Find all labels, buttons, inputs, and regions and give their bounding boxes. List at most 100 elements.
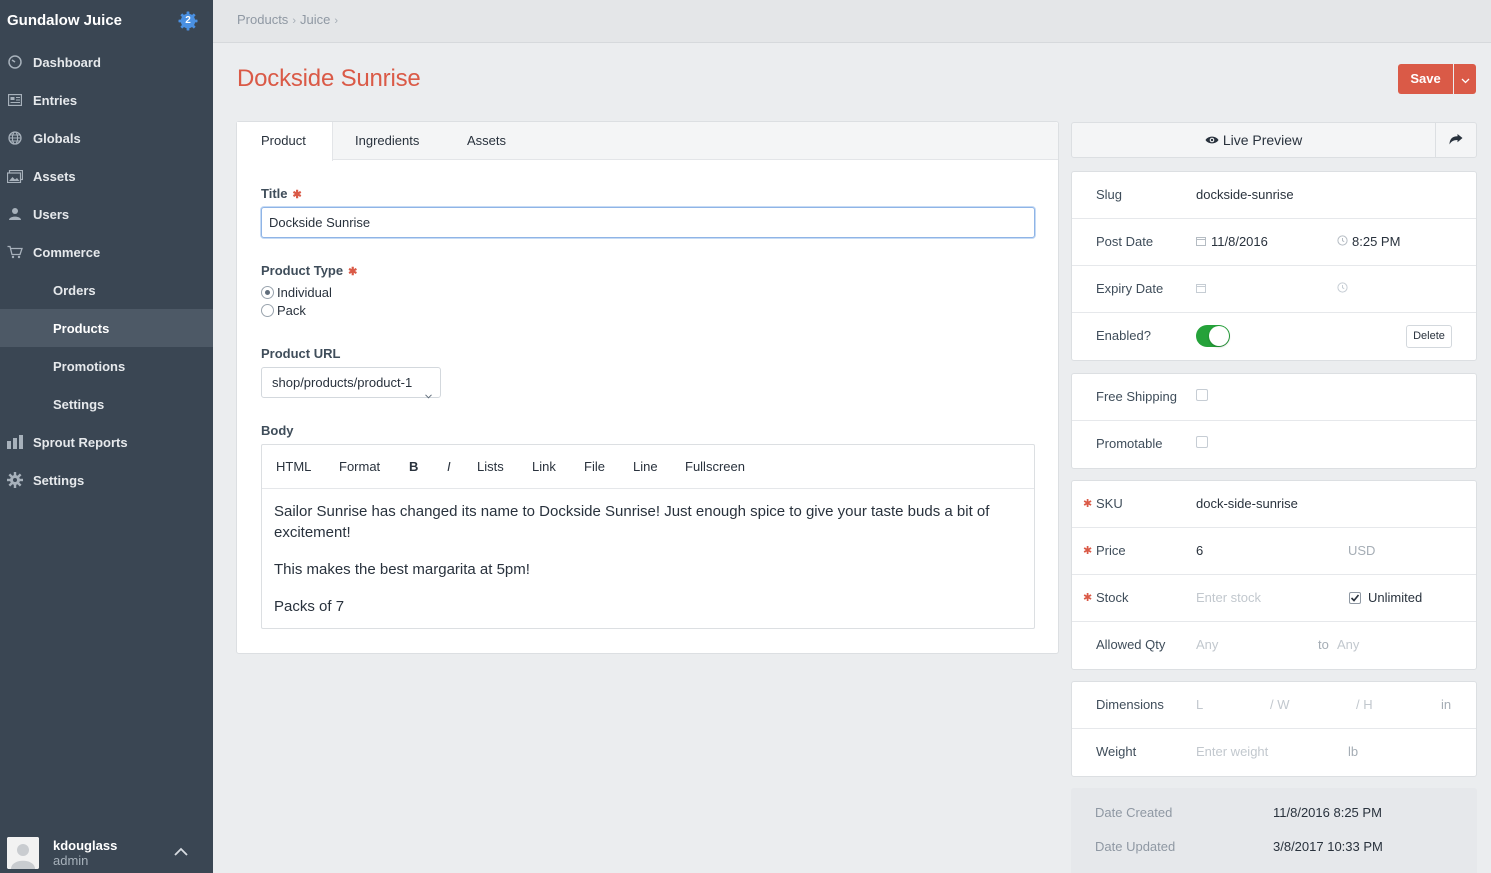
radio-pack[interactable]: Pack (261, 303, 306, 318)
breadcrumb-separator-icon: › (334, 15, 339, 27)
tab-product[interactable]: Product (237, 122, 333, 161)
nav-orders[interactable]: Orders (0, 271, 213, 309)
min-qty-input[interactable]: Any (1196, 637, 1218, 652)
post-time-input[interactable]: 8:25 PM (1352, 234, 1400, 249)
price-label: Price (1096, 543, 1126, 558)
toolbar-bold-button[interactable]: B (409, 459, 418, 474)
site-name[interactable]: Gundalow Juice (7, 12, 122, 29)
enabled-toggle[interactable] (1196, 325, 1230, 347)
required-icon: ✱ (1083, 498, 1093, 510)
users-icon (7, 206, 23, 222)
nav-globals[interactable]: Globals (0, 119, 213, 157)
dimensions-label: Dimensions (1096, 697, 1164, 712)
breadcrumb: Products › Juice › (237, 12, 342, 27)
save-button[interactable]: Save (1398, 64, 1453, 94)
toolbar-html-button[interactable]: HTML (276, 459, 311, 474)
max-qty-input[interactable]: Any (1337, 637, 1359, 652)
breadcrumb-juice[interactable]: Juice (300, 12, 330, 27)
unlimited-checkbox[interactable] (1349, 592, 1361, 604)
toolbar-fullscreen-button[interactable]: Fullscreen (685, 459, 745, 474)
calendar-icon[interactable] (1196, 281, 1206, 296)
weight-unit: lb (1348, 744, 1359, 759)
date-created-value: 11/8/2016 8:25 PM (1273, 805, 1382, 820)
dashboard-icon (7, 54, 23, 70)
body-paragraph: Packs of 7 (274, 598, 345, 615)
nav-assets[interactable]: Assets (0, 157, 213, 195)
rich-text-editor: HTML Format B I Lists Link File Line Ful… (261, 444, 1035, 629)
live-preview-bar: Live Preview (1071, 122, 1477, 158)
product-url-select[interactable]: shop/products/product-1 (261, 367, 441, 399)
sku-row: ✱ SKU dock-side-sunrise (1072, 481, 1476, 528)
product-url-value: shop/products/product-1 (272, 375, 413, 390)
breadcrumb-separator-icon: › (292, 15, 296, 27)
sidebar: Gundalow Juice 2 Dashboard Entries Globa… (0, 0, 213, 873)
share-icon (1449, 133, 1463, 148)
body-label: Body (261, 423, 294, 438)
post-date-input[interactable]: 11/8/2016 (1211, 234, 1268, 249)
price-input[interactable]: 6 (1196, 543, 1203, 558)
top-header: Products › Juice › (213, 0, 1491, 43)
radio-unchecked-icon[interactable] (261, 304, 274, 317)
editor-content[interactable]: Sailor Sunrise has changed its name to D… (262, 489, 1034, 645)
nav-sprout-reports[interactable]: Sprout Reports (0, 423, 213, 461)
nav-commerce-label: Commerce (33, 244, 101, 260)
nav-dashboard[interactable]: Dashboard (0, 43, 213, 81)
promotable-row: Promotable (1072, 421, 1476, 468)
length-input[interactable]: L (1196, 697, 1203, 712)
width-input[interactable]: / W (1270, 697, 1290, 712)
avatar (7, 837, 39, 869)
height-input[interactable]: / H (1356, 697, 1373, 712)
body-paragraph: Sailor Sunrise has changed its name to D… (274, 503, 990, 541)
required-icon: ✱ (1083, 592, 1093, 604)
nav-users[interactable]: Users (0, 195, 213, 233)
free-shipping-checkbox[interactable] (1196, 389, 1208, 401)
slug-input[interactable]: dockside-sunrise (1196, 187, 1294, 202)
sku-input[interactable]: dock-side-sunrise (1196, 496, 1298, 511)
breadcrumb-products[interactable]: Products (237, 12, 288, 27)
tab-assets[interactable]: Assets (467, 122, 506, 160)
share-button[interactable] (1436, 123, 1476, 157)
required-icon: ✱ (292, 189, 302, 201)
expiry-date-row: Expiry Date (1072, 266, 1476, 313)
entry-settings-box: Slug dockside-sunrise Post Date 11/8/201… (1071, 171, 1477, 361)
promotable-checkbox[interactable] (1196, 436, 1208, 448)
clock-icon[interactable] (1337, 281, 1348, 296)
globe-icon (7, 130, 23, 146)
update-badge-icon[interactable]: 2 (178, 11, 198, 31)
main-nav: Dashboard Entries Globals Assets Users C… (0, 43, 213, 499)
nav-products[interactable]: Products (0, 309, 213, 347)
nav-promotions-label: Promotions (53, 358, 126, 374)
title-input[interactable] (261, 207, 1035, 238)
tab-ingredients[interactable]: Ingredients (355, 122, 419, 160)
body-paragraph: This makes the best margarita at 5pm! (274, 561, 530, 578)
toolbar-italic-button[interactable]: I (447, 459, 451, 474)
weight-input[interactable]: Enter weight (1196, 744, 1268, 759)
toolbar-format-button[interactable]: Format (339, 459, 380, 474)
product-url-label: Product URL (261, 346, 341, 361)
bar-chart-icon (7, 434, 23, 450)
nav-settings[interactable]: Settings (0, 461, 213, 499)
user-menu[interactable]: kdouglass admin (0, 832, 213, 873)
allowed-qty-label: Allowed Qty (1096, 637, 1166, 652)
unlimited-label: Unlimited (1368, 590, 1423, 605)
chevron-up-icon[interactable] (173, 846, 189, 858)
radio-individual[interactable]: Individual (261, 285, 332, 300)
toolbar-file-button[interactable]: File (584, 459, 605, 474)
eye-icon (1205, 135, 1219, 145)
delete-button[interactable]: Delete (1406, 325, 1452, 348)
nav-commerce-settings[interactable]: Settings (0, 385, 213, 423)
stock-input[interactable]: Enter stock (1196, 590, 1261, 605)
radio-checked-icon[interactable] (261, 286, 274, 299)
free-shipping-label: Free Shipping (1096, 389, 1177, 404)
toolbar-lists-button[interactable]: Lists (477, 459, 504, 474)
shipping-box: Free Shipping Promotable (1071, 373, 1477, 469)
nav-promotions[interactable]: Promotions (0, 347, 213, 385)
live-preview-button[interactable]: Live Preview (1072, 123, 1436, 157)
checkmark-icon (1350, 594, 1360, 602)
nav-commerce[interactable]: Commerce (0, 233, 213, 271)
promotable-label: Promotable (1096, 436, 1163, 451)
save-options-button[interactable] (1454, 64, 1476, 94)
nav-entries[interactable]: Entries (0, 81, 213, 119)
toolbar-line-button[interactable]: Line (633, 459, 658, 474)
toolbar-link-button[interactable]: Link (532, 459, 556, 474)
